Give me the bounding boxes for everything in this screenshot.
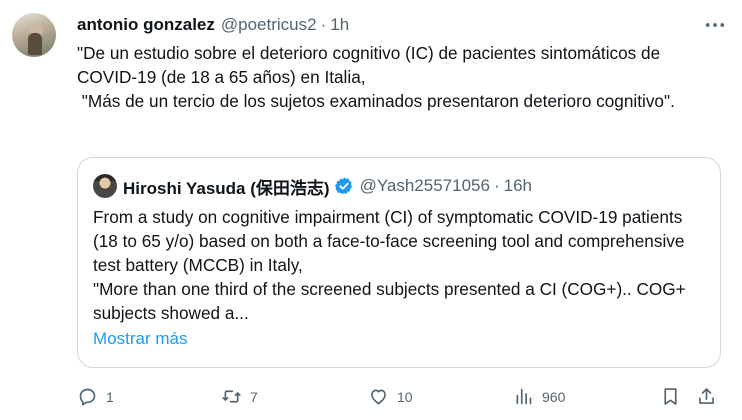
quoted-time: 16h: [503, 176, 532, 195]
views-button[interactable]: 960: [513, 386, 565, 407]
quoted-author-name: Hiroshi Yasuda (保田浩志): [123, 178, 330, 198]
share-button[interactable]: [696, 386, 717, 407]
quoted-author-handle: @Yash25571056: [359, 176, 490, 195]
tweet-header: antonio gonzalez @poetricus2 · 1h: [77, 14, 349, 36]
views-count: 960: [542, 388, 566, 405]
quoted-text: From a study on cognitive impairment (CI…: [93, 205, 708, 325]
reply-count: 1: [106, 388, 114, 405]
quoted-text-line: From a study on cognitive impairment (CI…: [93, 207, 690, 275]
more-icon: [705, 23, 725, 27]
more-options-button[interactable]: [704, 16, 726, 34]
author-name[interactable]: antonio gonzalez: [77, 15, 215, 35]
tweet-text-line: "De un estudio sobre el deterioro cognit…: [77, 43, 665, 87]
tweet-text-line: "Más de un tercio de los sujetos examina…: [77, 91, 675, 111]
reply-icon: [79, 388, 96, 406]
tweet-text: "De un estudio sobre el deterioro cognit…: [77, 41, 722, 113]
verified-icon: [334, 176, 354, 196]
like-count: 10: [397, 388, 413, 405]
bookmark-button[interactable]: [660, 386, 681, 407]
tweet-time[interactable]: 1h: [330, 15, 349, 35]
quoted-avatar: [93, 174, 117, 198]
avatar-figure: [28, 33, 42, 55]
views-icon: [516, 388, 532, 405]
like-icon: [371, 389, 386, 405]
action-bar: 1 7 10 960: [0, 383, 742, 411]
separator-dot: ·: [493, 176, 500, 195]
like-button[interactable]: 10: [368, 386, 413, 407]
author-handle[interactable]: @poetricus2: [221, 15, 317, 35]
author-avatar[interactable]: [12, 13, 56, 57]
show-more-link[interactable]: Mostrar más: [93, 329, 187, 349]
separator-dot: ·: [320, 15, 327, 34]
quoted-tweet[interactable]: Hiroshi Yasuda (保田浩志) @Yash25571056 · 16…: [77, 157, 721, 368]
share-icon: [699, 388, 714, 404]
bookmark-icon: [664, 388, 677, 405]
quoted-text-line: "More than one third of the screened sub…: [93, 279, 691, 323]
reply-button[interactable]: 1: [77, 386, 114, 407]
quoted-header: Hiroshi Yasuda (保田浩志) @Yash25571056 · 16…: [93, 174, 532, 198]
repost-icon: [222, 390, 241, 403]
repost-count: 7: [250, 388, 258, 405]
repost-button[interactable]: 7: [221, 386, 258, 407]
